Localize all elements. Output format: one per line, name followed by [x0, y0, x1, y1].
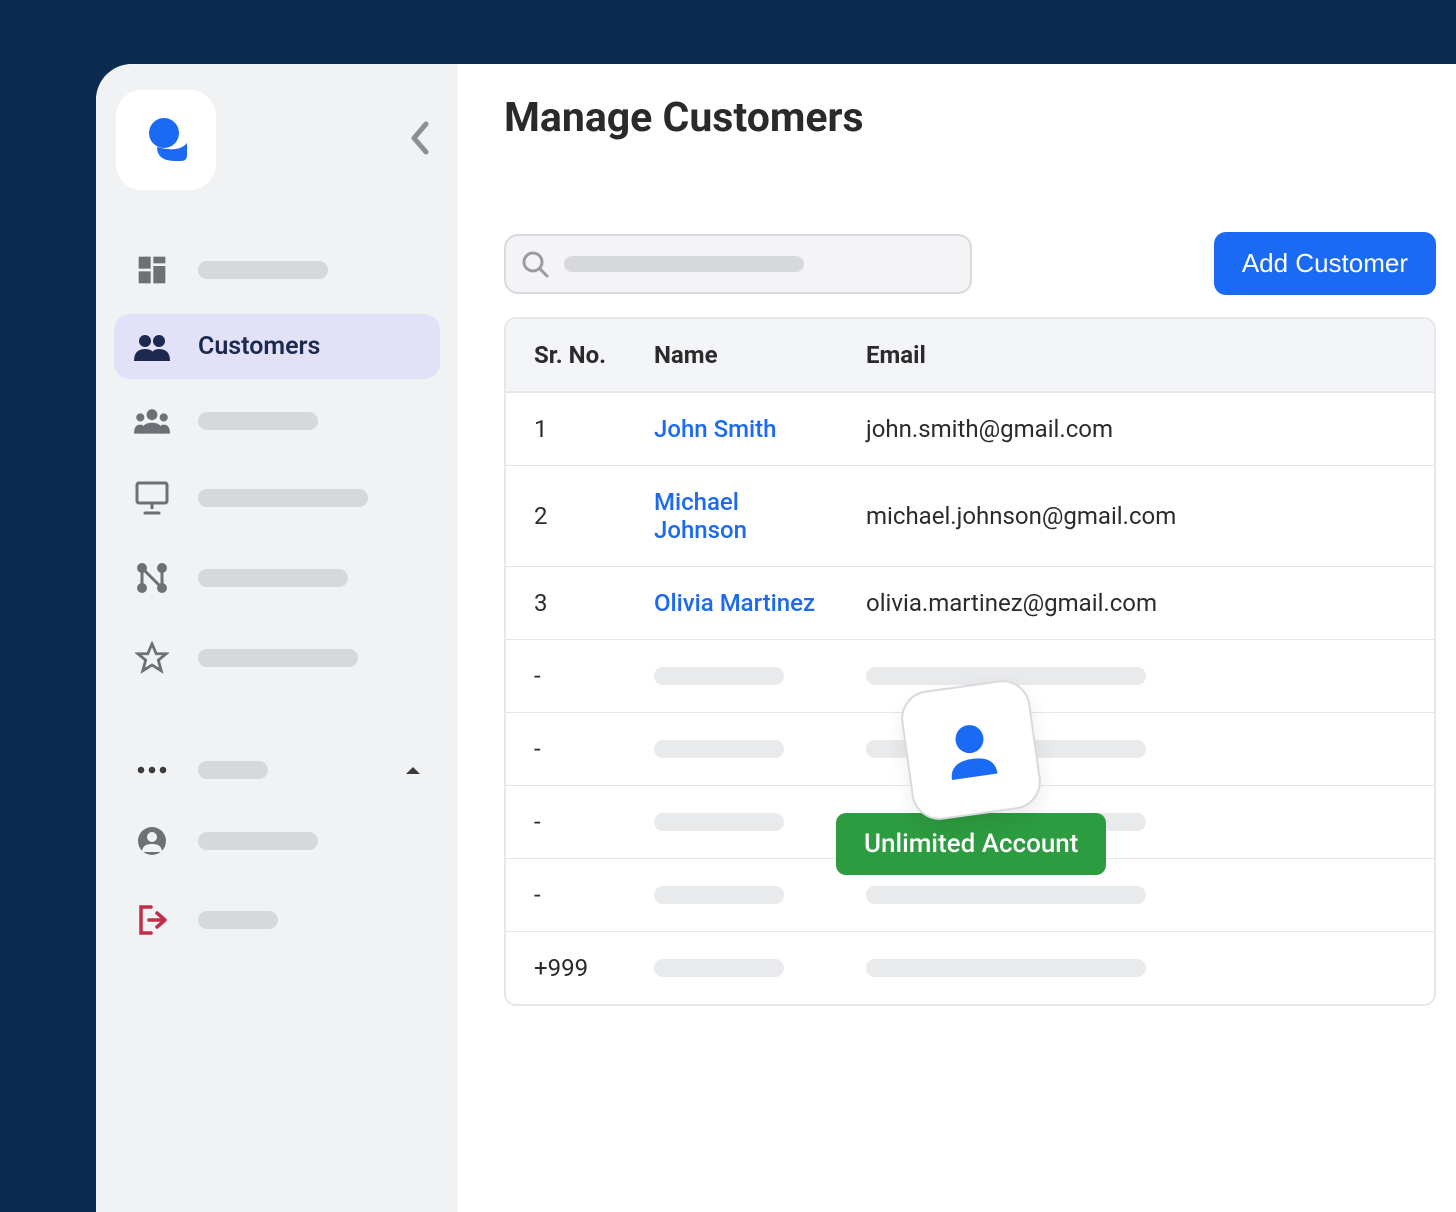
- table-row-placeholder: -: [506, 859, 1434, 932]
- logout-icon: [134, 903, 170, 937]
- sidebar-item-network[interactable]: [114, 543, 440, 613]
- cell-email: [848, 713, 1434, 786]
- table-row-placeholder: -: [506, 786, 1434, 859]
- table-row-more[interactable]: +999: [506, 932, 1434, 1005]
- toolbar: Add Customer: [504, 232, 1436, 295]
- app-window: Customers: [96, 64, 1456, 1212]
- star-icon: [134, 641, 170, 675]
- col-header-email: Email: [848, 319, 1434, 392]
- chevron-left-icon: [408, 118, 434, 158]
- customers-icon: [134, 333, 170, 361]
- sidebar-item-label: Customers: [198, 332, 320, 361]
- cell-name: [636, 640, 848, 713]
- placeholder-text: [654, 886, 784, 904]
- cell-email: [848, 786, 1434, 859]
- cell-sr: 1: [506, 392, 636, 466]
- sidebar-nav: Customers: [114, 236, 440, 955]
- caret-up-icon: [404, 761, 422, 780]
- placeholder-text: [198, 761, 268, 779]
- placeholder-text: [198, 412, 318, 430]
- table-row-placeholder: -: [506, 640, 1434, 713]
- team-icon: [134, 407, 170, 435]
- placeholder-text: [564, 256, 804, 272]
- placeholder-text: [866, 813, 1146, 831]
- customer-name-link[interactable]: Michael Johnson: [654, 488, 747, 544]
- cell-email: john.smith@gmail.com: [848, 392, 1434, 466]
- cell-sr: -: [506, 713, 636, 786]
- placeholder-text: [866, 959, 1146, 977]
- app-logo: [116, 90, 216, 190]
- logo-icon: [137, 111, 195, 169]
- placeholder-text: [866, 740, 1146, 758]
- account-icon: [134, 825, 170, 857]
- cell-email: [848, 640, 1434, 713]
- cell-name: [636, 713, 848, 786]
- cell-sr: 3: [506, 567, 636, 640]
- cell-email: [848, 859, 1434, 932]
- cell-sr: -: [506, 640, 636, 713]
- sidebar-item-account[interactable]: [114, 807, 440, 875]
- sidebar-item-presentation[interactable]: [114, 463, 440, 533]
- add-customer-button[interactable]: Add Customer: [1214, 232, 1436, 295]
- col-header-sr: Sr. No.: [506, 319, 636, 392]
- table-row[interactable]: 3 Olivia Martinez olivia.martinez@gmail.…: [506, 567, 1434, 640]
- placeholder-text: [198, 261, 328, 279]
- sidebar-collapse-button[interactable]: [404, 114, 438, 166]
- table-header-row: Sr. No. Name Email: [506, 319, 1434, 392]
- cell-email: michael.johnson@gmail.com: [848, 466, 1434, 567]
- cell-name: [636, 786, 848, 859]
- table-row-placeholder: -: [506, 713, 1434, 786]
- placeholder-text: [654, 667, 784, 685]
- placeholder-text: [198, 832, 318, 850]
- customer-name-link[interactable]: John Smith: [654, 415, 777, 443]
- customers-table: Sr. No. Name Email 1 John Smith john.smi…: [504, 317, 1436, 1006]
- cell-email: olivia.martinez@gmail.com: [848, 567, 1434, 640]
- sidebar-item-team[interactable]: [114, 389, 440, 453]
- cell-name: [636, 859, 848, 932]
- cell-sr: 2: [506, 466, 636, 567]
- placeholder-text: [866, 886, 1146, 904]
- sidebar-item-customers[interactable]: Customers: [114, 314, 440, 379]
- placeholder-text: [654, 959, 784, 977]
- placeholder-text: [198, 489, 368, 507]
- cell-name: John Smith: [636, 392, 848, 466]
- sidebar-header: [114, 84, 440, 196]
- more-icon: [134, 765, 170, 775]
- sidebar: Customers: [96, 64, 458, 1212]
- sidebar-item-favorites[interactable]: [114, 623, 440, 693]
- search-icon: [520, 249, 550, 279]
- customer-name-link[interactable]: Olivia Martinez: [654, 589, 815, 617]
- placeholder-text: [198, 911, 278, 929]
- page-title: Manage Customers: [504, 94, 1436, 142]
- sidebar-item-more[interactable]: [114, 743, 440, 797]
- sidebar-item-logout[interactable]: [114, 885, 440, 955]
- search-input[interactable]: [504, 234, 972, 294]
- placeholder-text: [866, 667, 1146, 685]
- table-row[interactable]: 1 John Smith john.smith@gmail.com: [506, 392, 1434, 466]
- placeholder-text: [654, 813, 784, 831]
- cell-sr: -: [506, 786, 636, 859]
- dashboard-icon: [134, 254, 170, 286]
- cell-name: [636, 932, 848, 1005]
- cell-email: [848, 932, 1434, 1005]
- col-header-name: Name: [636, 319, 848, 392]
- network-icon: [134, 561, 170, 595]
- placeholder-text: [198, 569, 348, 587]
- cell-name: Michael Johnson: [636, 466, 848, 567]
- main-content: Manage Customers Add Customer Sr. No. Na…: [458, 64, 1456, 1212]
- placeholder-text: [198, 649, 358, 667]
- cell-name: Olivia Martinez: [636, 567, 848, 640]
- cell-sr: +999: [506, 932, 636, 1005]
- placeholder-text: [654, 740, 784, 758]
- presentation-icon: [134, 481, 170, 515]
- table-row[interactable]: 2 Michael Johnson michael.johnson@gmail.…: [506, 466, 1434, 567]
- cell-sr: -: [506, 859, 636, 932]
- sidebar-item-dashboard[interactable]: [114, 236, 440, 304]
